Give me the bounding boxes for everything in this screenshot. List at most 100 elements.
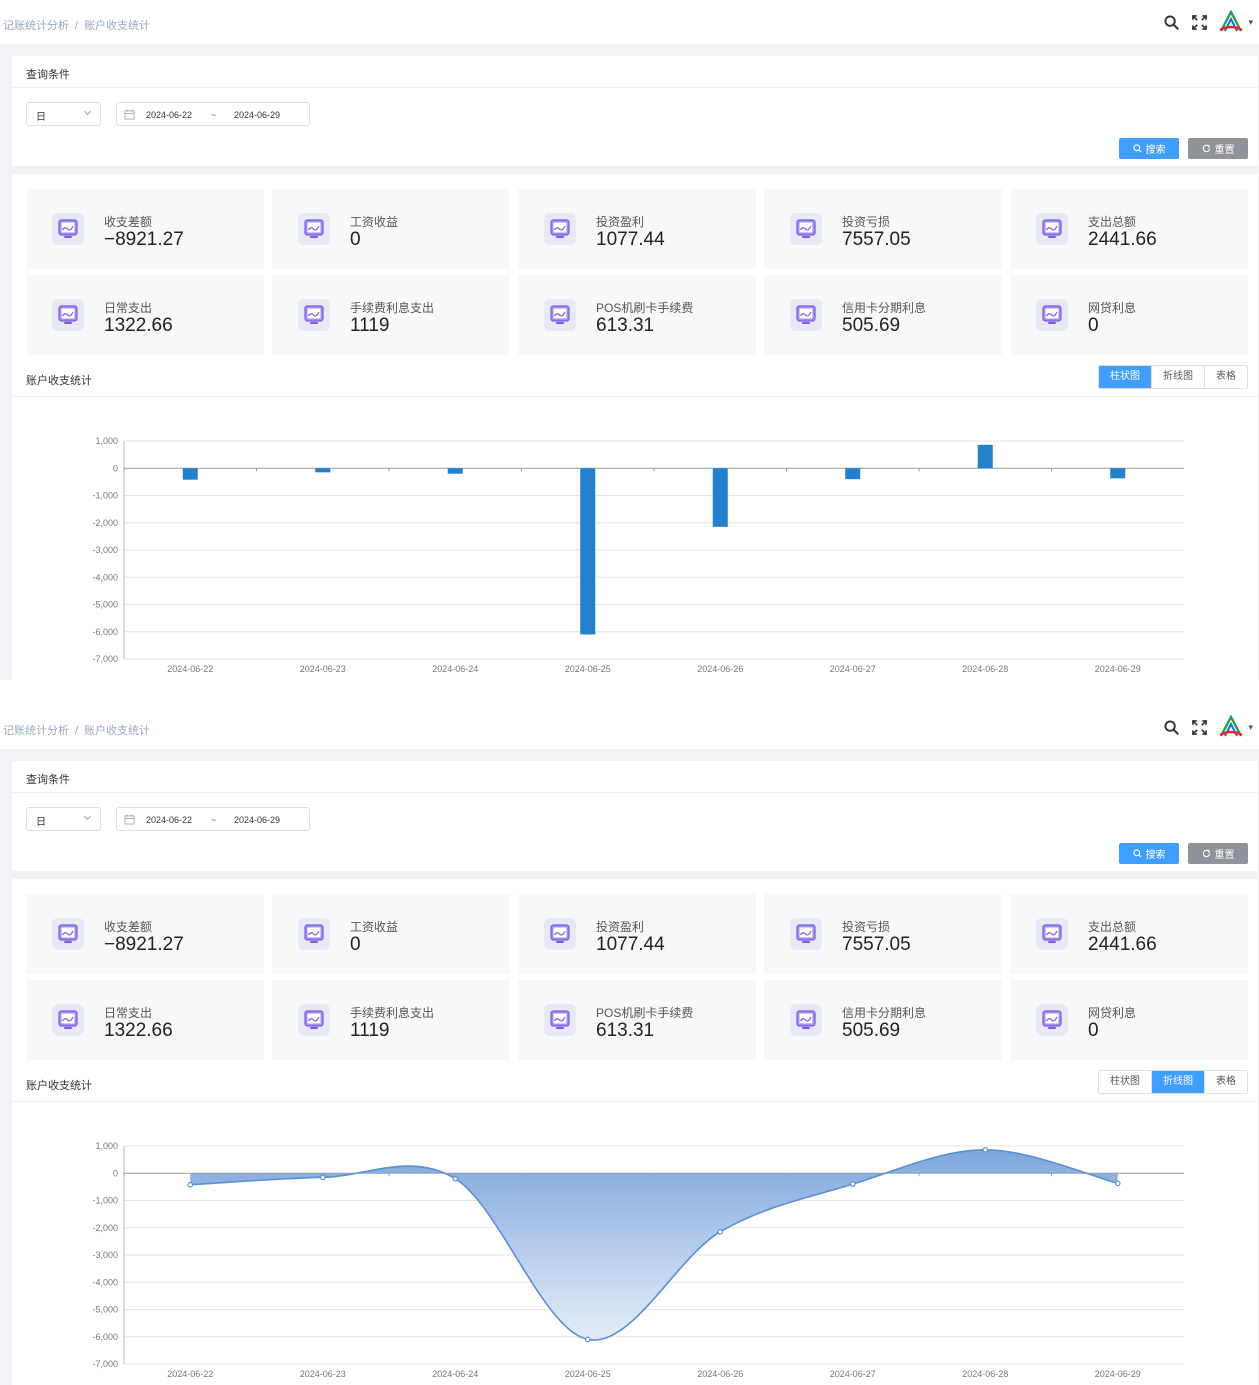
chart-monitor-icon (1036, 918, 1068, 950)
chart-monitor-icon (790, 1004, 822, 1036)
stat-value: −8921.27 (104, 229, 184, 250)
tab-table[interactable]: 表格 (1204, 1071, 1247, 1093)
range-separator: ~ (211, 815, 217, 825)
user-avatar[interactable] (1218, 9, 1244, 34)
reset-button-label: 重置 (1214, 145, 1235, 156)
breadcrumb-separator: / (75, 20, 79, 32)
income-expense-chart: 1,000 0 -1,000 -2,000 -3,000 -4,000 -5,000 -6,0… (92, 1141, 1184, 1379)
start-date-input[interactable]: 2024-06-22 (146, 815, 192, 825)
stat-label: 工资收益 (350, 215, 399, 229)
stat-card: 信用卡分期利息 505.69 (764, 275, 1002, 355)
stat-card: 日常支出 1322.66 (26, 275, 264, 355)
query-panel: 查询条件 日 2024-06-22 ~ 2024-06-29 搜索 重置 (12, 56, 1258, 166)
stat-card: 投资亏损 7557.05 (764, 894, 1002, 974)
stat-value: 1322.66 (104, 1020, 173, 1041)
bar[interactable] (1110, 468, 1126, 479)
end-date-input[interactable]: 2024-06-29 (234, 110, 280, 120)
bar[interactable] (182, 468, 198, 480)
bar[interactable] (447, 468, 463, 474)
search-button[interactable]: 搜索 (1119, 843, 1179, 864)
granularity-value: 日 (36, 112, 46, 123)
search-button[interactable]: 搜索 (1119, 138, 1179, 159)
bar[interactable] (977, 444, 993, 469)
fullscreen-icon[interactable] (1190, 718, 1208, 736)
granularity-select[interactable]: 日 (26, 102, 101, 126)
chart-monitor-icon (790, 213, 822, 245)
range-separator: ~ (211, 110, 217, 120)
stat-card: 网贷利息 0 (1010, 275, 1248, 355)
stat-value: 505.69 (842, 315, 901, 336)
x-tick-label: 2024-06-25 (565, 1369, 611, 1379)
tab-bar-chart[interactable]: 柱状图 (1099, 366, 1151, 388)
date-range-picker[interactable]: 2024-06-22 ~ 2024-06-29 (116, 102, 310, 126)
tab-line-chart[interactable]: 折线图 (1151, 1071, 1204, 1093)
data-point[interactable] (187, 1181, 194, 1188)
data-point[interactable] (319, 1174, 326, 1181)
search-icon[interactable] (1162, 718, 1180, 736)
chart-monitor-icon (298, 299, 330, 331)
fullscreen-icon[interactable] (1190, 13, 1208, 31)
calendar-icon (124, 109, 135, 122)
stat-value: −8921.27 (104, 934, 184, 955)
data-point[interactable] (849, 1181, 856, 1187)
data-point[interactable] (717, 1229, 724, 1235)
search-icon (1132, 144, 1141, 153)
stat-label: 投资亏损 (842, 215, 891, 229)
divider (12, 792, 1258, 793)
bar[interactable] (845, 468, 861, 480)
x-tick-label: 2024-06-28 (962, 1369, 1008, 1379)
reset-button[interactable]: 重置 (1188, 843, 1248, 864)
y-tick-label: -1,000 (92, 491, 118, 501)
chart-monitor-icon (298, 918, 330, 950)
bar[interactable] (580, 468, 596, 635)
y-tick-label: -5,000 (92, 600, 118, 610)
tab-bar-chart[interactable]: 柱状图 (1099, 1071, 1151, 1093)
stat-label: 网贷利息 (1088, 1006, 1137, 1020)
reset-button[interactable]: 重置 (1188, 138, 1248, 159)
stat-card: 支出总额 2441.66 (1010, 189, 1248, 269)
tab-line-chart[interactable]: 折线图 (1151, 366, 1204, 388)
data-point[interactable] (584, 1336, 591, 1343)
bar[interactable] (315, 468, 331, 473)
bar[interactable] (712, 468, 728, 527)
calendar-icon (124, 814, 135, 827)
granularity-select[interactable]: 日 (26, 807, 101, 831)
stat-label: 信用卡分期利息 (842, 1006, 927, 1020)
data-point[interactable] (982, 1147, 989, 1153)
breadcrumb-parent[interactable]: 记账统计分析 (3, 725, 69, 737)
query-title: 查询条件 (26, 69, 70, 81)
data-point[interactable] (1114, 1180, 1121, 1187)
stat-value: 0 (350, 229, 361, 250)
tab-table[interactable]: 表格 (1204, 366, 1247, 388)
stat-value: 613.31 (596, 1020, 655, 1041)
date-range-picker[interactable]: 2024-06-22 ~ 2024-06-29 (116, 807, 310, 831)
stat-card: 信用卡分期利息 505.69 (764, 980, 1002, 1060)
chart-monitor-icon (298, 1004, 330, 1036)
search-button-label: 搜索 (1145, 850, 1166, 861)
stat-card: 收支差额 −8921.27 (26, 189, 264, 269)
start-date-input[interactable]: 2024-06-22 (146, 110, 192, 120)
search-button-label: 搜索 (1145, 145, 1166, 156)
data-point[interactable] (452, 1175, 459, 1182)
screen-bar-view: 记账统计分析 / 账户收支统计 ▾ 查询条件 日 2024-06-22 ~ 2024… (0, 0, 1259, 680)
chevron-down-icon[interactable]: ▾ (1248, 17, 1253, 28)
y-tick-label: -7,000 (92, 654, 118, 664)
stat-card: 手续费利息支出 1119 (272, 275, 510, 355)
stat-card: 支出总额 2441.66 (1010, 894, 1248, 974)
stat-value: 2441.66 (1088, 934, 1157, 955)
stat-value: 2441.66 (1088, 229, 1157, 250)
stat-label: 日常支出 (104, 1006, 153, 1020)
granularity-value: 日 (36, 817, 46, 828)
chart-monitor-icon (544, 299, 576, 331)
chevron-down-icon[interactable]: ▾ (1248, 722, 1253, 733)
chart-section-title: 账户收支统计 (26, 1080, 92, 1092)
search-icon[interactable] (1162, 13, 1180, 31)
breadcrumb-parent[interactable]: 记账统计分析 (3, 20, 69, 32)
chevron-down-icon (83, 108, 92, 120)
chart-monitor-icon (52, 918, 84, 950)
stat-value: 505.69 (842, 1020, 901, 1041)
chart-monitor-icon (1036, 1004, 1068, 1036)
query-title: 查询条件 (26, 774, 70, 786)
user-avatar[interactable] (1218, 714, 1244, 739)
end-date-input[interactable]: 2024-06-29 (234, 815, 280, 825)
